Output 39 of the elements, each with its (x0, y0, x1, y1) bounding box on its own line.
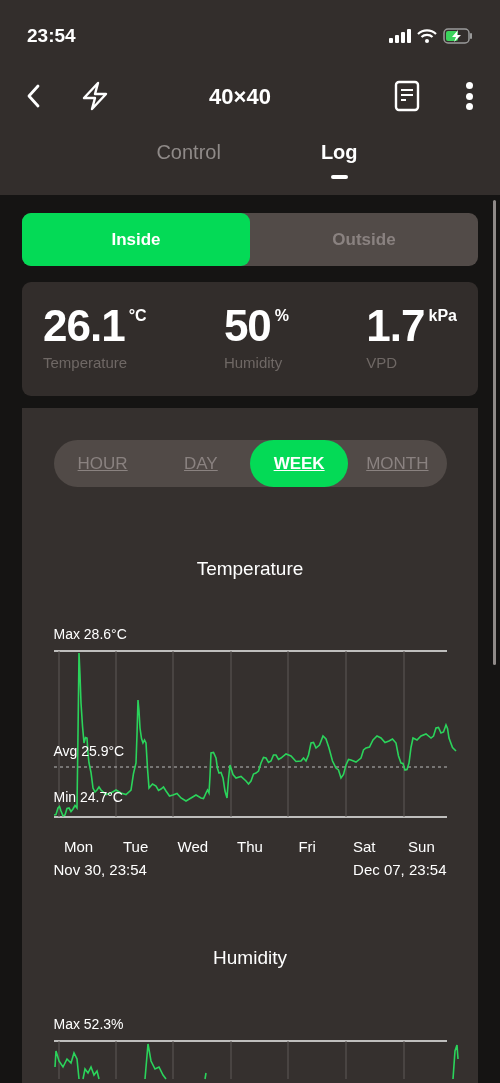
tab[interactable]: Control (156, 137, 221, 179)
lightning-button[interactable] (80, 80, 110, 112)
day-label: Thu (236, 836, 264, 857)
device-title: 40×40 (208, 82, 272, 111)
day-label: Fri (297, 836, 317, 857)
chart-title: Temperature (196, 557, 304, 581)
report-button[interactable] (394, 80, 420, 112)
reading-unit: kPa (428, 306, 457, 326)
period-tab[interactable]: MONTH (348, 440, 447, 487)
day-label: Sat (352, 836, 377, 857)
location-option[interactable]: Inside (22, 213, 250, 266)
reading-unit: °C (128, 306, 147, 326)
reading-label: Temperature (43, 353, 129, 373)
reading-unit: % (274, 306, 290, 326)
more-button[interactable] (464, 82, 474, 110)
reading-value: 50 (223, 302, 271, 350)
max-label: Max 52.3% (53, 1015, 124, 1034)
period-tab[interactable]: WEEK (250, 440, 349, 487)
min-label: Min 24.7°C (53, 787, 123, 807)
chart-title: Humidity (213, 945, 287, 970)
period-tab[interactable]: HOUR (53, 440, 152, 487)
reading-value: 1.7 (366, 302, 425, 350)
status-time: 23:54 (27, 23, 76, 48)
reading-label: VPD (366, 353, 399, 373)
period-tab[interactable]: DAY (151, 440, 250, 487)
reading-value: 26.1 (43, 302, 125, 350)
location-option[interactable]: Outside (250, 213, 478, 266)
wifi-icon (417, 29, 437, 43)
day-label: Wed (176, 836, 210, 857)
tab[interactable]: Log (320, 137, 358, 179)
signal-icon (389, 29, 411, 43)
battery-charging-icon (443, 28, 473, 44)
day-label: Sun (407, 836, 436, 857)
end-date: Dec 07, 23:54 (353, 860, 447, 880)
day-label: Tue (122, 836, 150, 857)
day-label: Mon (62, 836, 95, 857)
max-label: Max 28.6°C (53, 624, 127, 644)
start-date: Nov 30, 23:54 (53, 860, 147, 880)
reading-label: Humidity (223, 353, 284, 373)
